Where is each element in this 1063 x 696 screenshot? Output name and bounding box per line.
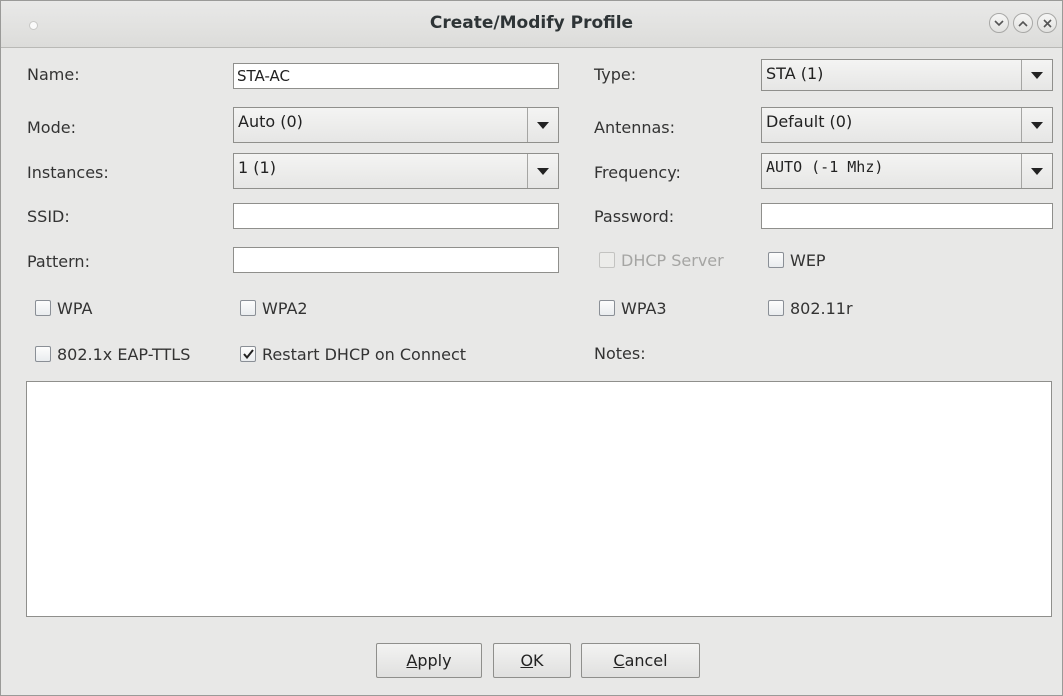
checkbox-box[interactable] [35, 300, 51, 316]
triangle-down-icon[interactable] [527, 108, 558, 142]
checkbox-box[interactable] [240, 346, 256, 362]
mode-select[interactable]: Auto (0) [233, 107, 559, 143]
name-field[interactable]: STA-AC [233, 63, 559, 89]
cancel-mnemonic: C [613, 651, 625, 670]
checkbox-box[interactable] [768, 252, 784, 268]
ok-button[interactable]: OK [493, 643, 571, 678]
pattern-label: Pattern: [27, 252, 90, 271]
triangle-down-icon[interactable] [527, 154, 558, 188]
dhcp-server-checkbox: DHCP Server [599, 250, 724, 270]
antennas-select[interactable]: Default (0) [761, 107, 1053, 143]
frequency-select[interactable]: AUTO (-1 Mhz) [761, 153, 1053, 189]
cancel-label-rest: ancel [624, 651, 668, 670]
ssid-field[interactable] [233, 203, 559, 229]
ssid-label: SSID: [27, 207, 70, 226]
wpa3-label: WPA3 [621, 298, 667, 318]
notes-textarea[interactable] [26, 381, 1052, 617]
checkbox-box[interactable] [768, 300, 784, 316]
frequency-label: Frequency: [594, 163, 681, 182]
mode-value: Auto (0) [238, 112, 303, 131]
instances-value: 1 (1) [238, 158, 276, 177]
instances-select[interactable]: 1 (1) [233, 153, 559, 189]
antennas-label: Antennas: [594, 118, 676, 137]
triangle-down-icon[interactable] [1021, 154, 1052, 188]
window-title: Create/Modify Profile [429, 13, 634, 33]
wpa2-checkbox[interactable]: WPA2 [240, 298, 308, 318]
wpa-checkbox[interactable]: WPA [35, 298, 92, 318]
title-bar[interactable]: Create/Modify Profile [1, 1, 1062, 48]
eap-ttls-label: 802.1x EAP-TTLS [57, 344, 191, 364]
wpa-label: WPA [57, 298, 93, 318]
name-label: Name: [27, 65, 80, 84]
triangle-down-icon[interactable] [1021, 108, 1052, 142]
triangle-down-icon[interactable] [1021, 60, 1052, 90]
ok-mnemonic: O [520, 651, 534, 670]
restart-dhcp-checkbox[interactable]: Restart DHCP on Connect [240, 344, 466, 364]
802-11r-label: 802.11r [790, 298, 853, 318]
antennas-value: Default (0) [766, 112, 853, 131]
type-label: Type: [594, 65, 637, 84]
frequency-value: AUTO (-1 Mhz) [766, 158, 884, 176]
apply-label-rest: pply [417, 651, 452, 670]
type-select[interactable]: STA (1) [761, 59, 1053, 91]
checkbox-box [599, 252, 615, 268]
close-icon [1042, 18, 1052, 28]
minimize-button[interactable] [989, 13, 1009, 33]
restart-dhcp-label: Restart DHCP on Connect [262, 344, 467, 364]
checkmark-icon [242, 349, 254, 359]
wpa3-checkbox[interactable]: WPA3 [599, 298, 667, 318]
profile-dialog: Create/Modify Profile Name: STA-AC Type:… [0, 0, 1063, 696]
ok-label-rest: K [533, 651, 544, 670]
dhcp-server-label: DHCP Server [621, 250, 724, 270]
close-button[interactable] [1037, 13, 1057, 33]
apply-button[interactable]: Apply [376, 643, 482, 678]
wep-label: WEP [790, 250, 826, 270]
apply-mnemonic: A [406, 651, 418, 670]
chevron-up-icon [1018, 20, 1028, 27]
maximize-button[interactable] [1013, 13, 1033, 33]
pattern-field[interactable] [233, 247, 559, 273]
checkbox-box[interactable] [35, 346, 51, 362]
instances-label: Instances: [27, 163, 109, 182]
type-value: STA (1) [766, 64, 824, 83]
cancel-button[interactable]: Cancel [581, 643, 700, 678]
chevron-down-icon [994, 19, 1004, 26]
notes-label: Notes: [594, 344, 646, 363]
password-field[interactable] [761, 203, 1053, 229]
wpa2-label: WPA2 [262, 298, 308, 318]
checkbox-box[interactable] [240, 300, 256, 316]
eap-ttls-checkbox[interactable]: 802.1x EAP-TTLS [35, 344, 190, 364]
checkbox-box[interactable] [599, 300, 615, 316]
mode-label: Mode: [27, 118, 76, 137]
wep-checkbox[interactable]: WEP [768, 250, 826, 270]
802-11r-checkbox[interactable]: 802.11r [768, 298, 853, 318]
password-label: Password: [594, 207, 675, 226]
